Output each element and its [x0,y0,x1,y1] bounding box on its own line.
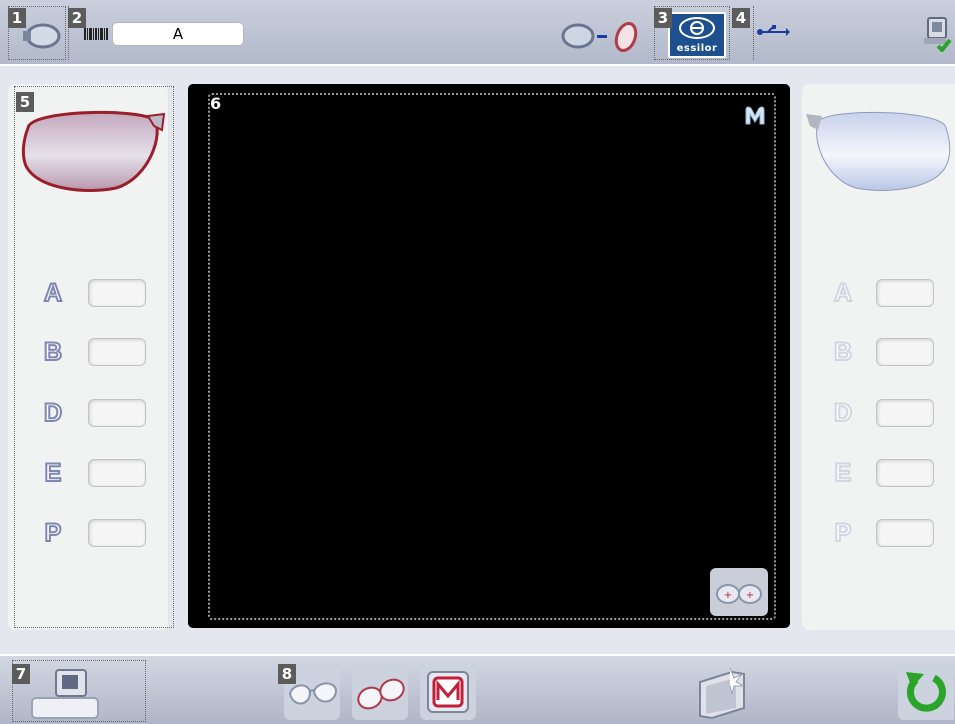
right-field-b[interactable] [876,338,934,366]
barcode-icon [84,28,108,40]
callout-4: 4 [732,8,750,28]
callout-3: 3 [654,8,672,28]
right-lens-icon [806,111,951,191]
callout-7: 7 [12,664,30,684]
full-rim-button[interactable] [352,664,408,720]
right-field-a[interactable] [876,279,934,307]
reset-button[interactable] [898,664,954,720]
callout-1: 1 [8,8,26,28]
right-field-e[interactable] [876,459,934,487]
shape-modify-icon [427,671,469,713]
right-field-d[interactable] [876,399,934,427]
full-rim-frame-icon [357,678,405,710]
left-label-e: E [44,458,63,488]
essilor-eye-icon [679,17,715,39]
left-field-p[interactable] [88,519,146,547]
tracer-station-button[interactable] [28,664,108,720]
callout-6: 6 [210,94,222,113]
binocular-button[interactable]: + + [710,568,768,616]
right-label-p: P [834,518,853,548]
frame-to-lens-icon[interactable] [560,18,650,54]
svg-text:+: + [724,590,732,601]
fast-shape-button[interactable] [692,664,752,720]
m-logo-icon[interactable] [744,104,766,126]
reset-icon [906,672,946,712]
tracer-device-icon [23,23,61,49]
callout-5: 5 [16,92,34,112]
left-field-a[interactable] [88,279,146,307]
left-field-d[interactable] [88,399,146,427]
left-field-b[interactable] [88,338,146,366]
display-frame [208,93,776,620]
right-label-b: B [833,337,853,367]
left-field-e[interactable] [88,459,146,487]
fast-shape-icon [699,667,745,720]
left-label-b: B [43,337,63,367]
right-label-d: D [833,398,853,428]
shape-modify-button[interactable] [420,664,476,720]
left-lens-icon [21,110,166,192]
right-label-a: A [833,278,853,308]
network-computer-icon[interactable] [922,16,952,52]
usb-icon [757,25,790,36]
essilor-wordmark: essilor [676,43,718,54]
left-label-d: D [43,398,63,428]
callout-2: 2 [68,8,86,28]
job-reference-input[interactable]: A [112,22,244,46]
left-label-p: P [44,518,63,548]
callout-8: 8 [278,664,296,684]
right-field-p[interactable] [876,519,934,547]
left-label-a: A [43,278,63,308]
top-divider [0,64,955,66]
binocular-lenses-icon: + + [716,584,762,604]
tracer-station-icon [31,669,99,719]
right-label-e: E [834,458,853,488]
essilor-logo: essilor [668,12,726,58]
svg-text:+: + [746,590,754,601]
